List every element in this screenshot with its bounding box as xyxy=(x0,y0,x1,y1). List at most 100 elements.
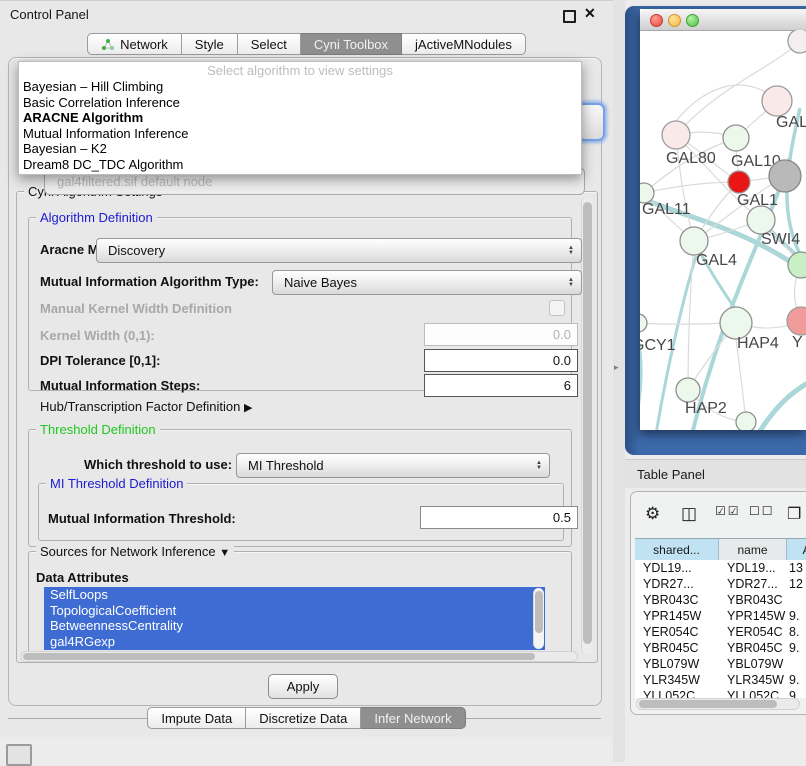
network-node-swi4[interactable] xyxy=(788,252,806,278)
mi-type-label: Mutual Information Algorithm Type: xyxy=(40,274,259,289)
table-row[interactable]: YBR045CYBR045C9. xyxy=(635,640,806,656)
settings-vertical-scrollbar[interactable] xyxy=(581,197,593,655)
node-label-hap2: HAP2 xyxy=(685,400,727,417)
close-traffic-light[interactable] xyxy=(650,14,663,27)
table-row[interactable]: YLR345WYLR345W9. xyxy=(635,672,806,688)
kernel-width-field[interactable]: 0.0 xyxy=(424,323,578,346)
network-node-hap2[interactable] xyxy=(676,378,700,402)
network-node[interactable] xyxy=(728,171,750,193)
tab-label: Network xyxy=(120,37,168,52)
manual-kernel-checkbox[interactable] xyxy=(549,300,565,316)
tab-cyni-toolbox[interactable]: Cyni Toolbox xyxy=(301,33,402,55)
export-table-icon[interactable]: ❐ xyxy=(787,504,801,524)
table-row[interactable]: YER054CYER054C8. xyxy=(635,624,806,640)
network-node-y[interactable] xyxy=(787,307,806,335)
tab-label: Cyni Toolbox xyxy=(314,37,388,52)
panel-splitter[interactable] xyxy=(613,0,625,762)
control-panel-title: Control Panel xyxy=(10,7,89,22)
which-threshold-select[interactable]: MI Threshold ▲▼ xyxy=(236,453,550,478)
attribute-item-betweennesscentrality[interactable]: BetweennessCentrality xyxy=(44,618,545,634)
tab-label: jActiveMNodules xyxy=(415,37,512,52)
data-attributes-list[interactable]: SelfLoopsTopologicalCoefficientBetweenne… xyxy=(44,587,545,650)
expanded-arrow-icon: ▼ xyxy=(219,547,230,559)
tab-discretize-data[interactable]: Discretize Data xyxy=(246,707,361,729)
tab-jactivemnodules[interactable]: jActiveMNodules xyxy=(402,33,526,55)
mi-steps-field[interactable]: 6 xyxy=(424,374,578,397)
table-row[interactable]: YDR27...YDR27...12 xyxy=(635,576,806,592)
data-attributes-label: Data Attributes xyxy=(36,570,129,585)
column-header-shared[interactable]: shared... xyxy=(635,539,719,561)
mi-threshold-field[interactable]: 0.5 xyxy=(420,506,578,529)
settings-horizontal-scrollbar[interactable] xyxy=(20,651,578,662)
network-window-titlebar[interactable] xyxy=(640,9,806,31)
table-cell: YBR045C xyxy=(719,641,787,655)
attribute-item-topologicalcoefficient[interactable]: TopologicalCoefficient xyxy=(44,603,545,619)
network-canvas[interactable]: GALGAL80GAL10GAL1GAL11GAL4SWI4GCY1HAP4YH… xyxy=(640,30,806,430)
tab-network[interactable]: Network xyxy=(87,33,182,55)
algorithm-option-bayesian-hill-climbing[interactable]: Bayesian – Hill Climbing xyxy=(19,79,581,95)
h-scrollbar-thumb[interactable] xyxy=(23,653,535,660)
column-header-a[interactable]: A xyxy=(787,539,806,561)
mi-type-select[interactable]: Naive Bayes ▲▼ xyxy=(272,270,582,295)
tab-select[interactable]: Select xyxy=(238,33,301,55)
aracne-mode-select[interactable]: Discovery ▲▼ xyxy=(96,238,582,263)
splitter-arrow-icon[interactable]: ▸ xyxy=(614,362,619,373)
attributes-scrollbar[interactable] xyxy=(533,588,544,649)
table-row[interactable]: YDL19...YDL19...13 xyxy=(635,560,806,576)
table-row[interactable]: YBL079WYBL079W xyxy=(635,656,806,672)
table-cell: 13 xyxy=(787,561,806,575)
manual-kernel-label: Manual Kernel Width Definition xyxy=(40,301,232,316)
select-all-columns-icon[interactable]: ☑☑ xyxy=(715,504,741,518)
sources-legend[interactable]: Sources for Network Inference ▼ xyxy=(36,544,234,559)
tab-impute-data[interactable]: Impute Data xyxy=(147,707,246,729)
network-node-gal11[interactable] xyxy=(640,183,654,203)
zoom-traffic-light[interactable] xyxy=(686,14,699,27)
table-row[interactable]: YBR043CYBR043C xyxy=(635,592,806,608)
attributes-scrollbar-thumb[interactable] xyxy=(535,591,543,633)
node-label-gcy1: GCY1 xyxy=(640,337,676,354)
algorithm-option-basic-correlation-inference[interactable]: Basic Correlation Inference xyxy=(19,95,581,111)
network-node-gal10[interactable] xyxy=(723,125,749,151)
hub-definition-toggle[interactable]: Hub/Transcription Factor Definition ▶ xyxy=(40,399,252,414)
mi-steps-label: Mutual Information Steps: xyxy=(40,378,200,393)
column-header-name[interactable]: name xyxy=(719,539,787,561)
algorithm-option-mutual-information-inference[interactable]: Mutual Information Inference xyxy=(19,126,581,142)
network-node[interactable] xyxy=(788,30,806,53)
unselect-all-columns-icon[interactable]: ☐☐ xyxy=(749,504,775,518)
table-scrollbar-thumb[interactable] xyxy=(639,700,777,708)
table-cell: 9. xyxy=(787,689,806,698)
algorithm-option-bayesian-k2[interactable]: Bayesian – K2 xyxy=(19,141,581,157)
table-horizontal-scrollbar[interactable] xyxy=(636,698,800,710)
table-cell: YLL052C xyxy=(719,689,787,698)
table-cell: YLL052C xyxy=(635,689,719,698)
minimize-traffic-light[interactable] xyxy=(668,14,681,27)
dpi-tolerance-label: DPI Tolerance [0,1]: xyxy=(40,353,160,368)
attribute-item-gal4rgexp[interactable]: gal4RGexp xyxy=(44,634,545,650)
close-icon[interactable]: ✕ xyxy=(584,5,596,22)
float-window-icon[interactable] xyxy=(563,10,576,23)
attribute-item-selfloops[interactable]: SelfLoops xyxy=(44,587,545,603)
split-columns-icon[interactable]: ◫ xyxy=(681,504,697,524)
network-node-gal1[interactable] xyxy=(747,206,775,234)
network-view-frame: GALGAL80GAL10GAL1GAL11GAL4SWI4GCY1HAP4YH… xyxy=(625,6,806,455)
network-node-gal4[interactable] xyxy=(680,227,708,255)
settings-gear-icon[interactable]: ⚙ xyxy=(645,504,660,524)
tab-style[interactable]: Style xyxy=(182,33,238,55)
table-cell: 9. xyxy=(787,609,806,623)
table-row[interactable]: YPR145WYPR145W9. xyxy=(635,608,806,624)
dpi-tolerance-field[interactable]: 0.0 xyxy=(424,349,578,372)
table-cell: YBR043C xyxy=(635,593,719,607)
table-row[interactable]: YLL052CYLL052C9. xyxy=(635,688,806,698)
network-node-gal[interactable] xyxy=(762,86,792,116)
minimized-panel-icon[interactable] xyxy=(6,744,32,766)
settings-scrollbar-thumb[interactable] xyxy=(583,202,592,644)
stepper-arrows-icon: ▲▼ xyxy=(530,461,542,471)
apply-button[interactable]: Apply xyxy=(268,674,338,699)
algorithm-option-dream8-dc-tdc-algorithm[interactable]: Dream8 DC_TDC Algorithm xyxy=(19,157,581,173)
network-node-gal80[interactable] xyxy=(662,121,690,149)
network-node[interactable] xyxy=(736,412,756,430)
algorithm-option-aracne-algorithm[interactable]: ARACNE Algorithm xyxy=(19,110,581,126)
tab-infer-network[interactable]: Infer Network xyxy=(361,707,465,729)
network-node-gcy1[interactable] xyxy=(640,314,647,332)
network-node[interactable] xyxy=(769,160,801,192)
